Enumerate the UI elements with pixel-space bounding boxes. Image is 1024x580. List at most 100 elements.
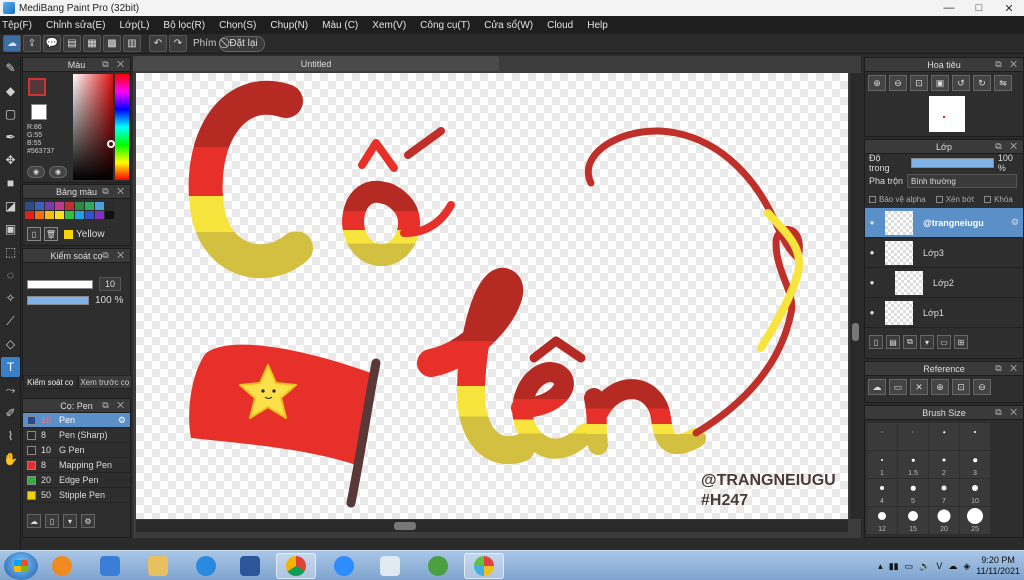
brush-item[interactable]: 10 Pen ⚙	[23, 413, 130, 428]
rotate-left-icon[interactable]: ↺	[952, 75, 970, 91]
foreground-color-swatch[interactable]	[28, 78, 46, 96]
color-mode-button-1[interactable]: ◉	[27, 166, 45, 178]
brush-size-cell[interactable]: 5	[898, 479, 928, 506]
tab-brush-control[interactable]: Kiểm soát cọ	[23, 375, 78, 389]
blend-mode-select[interactable]: Bình thường	[907, 174, 1018, 188]
document-tab[interactable]: Untitled	[133, 56, 499, 71]
menu-capture[interactable]: Chụp(N)	[270, 20, 308, 31]
new-brush-icon[interactable]: ▯	[45, 514, 59, 528]
menu-select[interactable]: Chọn(S)	[219, 20, 256, 31]
navigator-preview[interactable]	[929, 96, 965, 132]
palette-swatch[interactable]	[55, 202, 64, 210]
brush-size-cell[interactable]: 15	[898, 507, 928, 534]
operation-tool-icon[interactable]: ⤳	[1, 380, 20, 400]
brush-size-cell[interactable]: 20	[929, 507, 959, 534]
merge-icon[interactable]: ⊞	[954, 335, 968, 349]
close-reference-icon[interactable]: ✕	[910, 379, 928, 395]
brush-size-cell[interactable]	[960, 423, 990, 450]
brush-size-cell[interactable]: 2	[929, 451, 959, 478]
visibility-icon[interactable]: ●	[865, 278, 879, 287]
zoom-in-icon[interactable]: ⊕	[868, 75, 886, 91]
new-layer-type-icon[interactable]: ▤	[886, 335, 900, 349]
taskbar-chrome[interactable]	[276, 553, 316, 579]
brush-item[interactable]: 8 Pen (Sharp)	[23, 428, 130, 443]
layer-row[interactable]: ● @trangneiugu ⚙	[865, 208, 1023, 238]
maximize-button[interactable]: □	[964, 0, 994, 16]
undo-icon[interactable]: ↶	[149, 35, 167, 52]
actual-size-icon[interactable]: ▣	[931, 75, 949, 91]
add-brush-icon[interactable]: ☁	[27, 514, 41, 528]
close-button[interactable]: ✕	[994, 0, 1024, 16]
menu-cloud[interactable]: Cloud	[547, 20, 573, 31]
taskbar-zoom[interactable]	[324, 553, 364, 579]
tab-brush-preview[interactable]: Xem trước cọ	[77, 375, 132, 389]
rectangle-tool-icon[interactable]: ▢	[1, 104, 20, 124]
brush-size-value[interactable]: 10	[99, 277, 121, 291]
brush-size-cell[interactable]: 4	[867, 479, 897, 506]
menu-help[interactable]: Help	[587, 20, 608, 31]
brush-size-cell[interactable]: 7	[929, 479, 959, 506]
brush-size-cell[interactable]: 10	[960, 479, 990, 506]
hand-icon[interactable]: ✋	[1, 449, 20, 469]
folder-icon[interactable]: ▭	[937, 335, 951, 349]
ref-zoom-out-icon[interactable]: ⊖	[973, 379, 991, 395]
visibility-icon[interactable]: ●	[865, 308, 879, 317]
chat-icon[interactable]: ▤	[63, 35, 81, 52]
tile-icon[interactable]: ▥	[123, 35, 141, 52]
opacity-slider[interactable]	[911, 158, 994, 168]
panel-controls[interactable]: ⧉ ✕	[995, 141, 1020, 152]
pen-tool-icon[interactable]: ✒	[1, 127, 20, 147]
brush-size-cell[interactable]: 3	[960, 451, 990, 478]
menu-color[interactable]: Màu (C)	[322, 20, 358, 31]
palette-swatch[interactable]	[95, 202, 104, 210]
gear-icon[interactable]: ⚙	[118, 415, 126, 426]
signal-icon[interactable]: ▮▮	[889, 561, 899, 572]
brush-item[interactable]: 20 Edge Pen	[23, 473, 130, 488]
brush-size-cell[interactable]: 12	[867, 507, 897, 534]
share-icon[interactable]: ⇪	[23, 35, 41, 52]
brush-size-slider[interactable]	[27, 279, 93, 289]
lock-checkbox[interactable]: Khóa	[984, 195, 1013, 204]
panel-controls[interactable]: ⧉ ✕	[995, 59, 1020, 70]
brush-item[interactable]: 50 Stipple Pen	[23, 488, 130, 503]
palette-swatch[interactable]	[105, 202, 114, 210]
background-color-swatch[interactable]	[31, 104, 47, 120]
picker-cursor[interactable]	[107, 140, 115, 148]
minimize-button[interactable]: —	[934, 0, 964, 16]
menu-tools[interactable]: Công cụ(T)	[420, 20, 470, 31]
menu-edit[interactable]: Chỉnh sửa(E)	[46, 20, 106, 31]
clipping-checkbox[interactable]: Xén bớt	[935, 195, 974, 204]
open-folder-icon[interactable]: ▭	[889, 379, 907, 395]
visibility-icon[interactable]: ●	[865, 218, 879, 227]
volume-icon[interactable]: 🔊	[919, 561, 930, 572]
menu-file[interactable]: Tệp(F)	[2, 20, 32, 31]
taskbar-app[interactable]	[370, 553, 410, 579]
saturation-value-picker[interactable]	[73, 74, 115, 180]
new-layer-icon[interactable]: ▯	[869, 335, 883, 349]
rotate-right-icon[interactable]: ↻	[973, 75, 991, 91]
cloud-icon[interactable]: ☁	[3, 35, 21, 52]
palette-swatch[interactable]	[105, 211, 114, 219]
taskbar-app-2[interactable]	[418, 553, 458, 579]
brush-size-cell[interactable]: 1	[867, 451, 897, 478]
palette-swatch[interactable]	[95, 211, 104, 219]
taskbar-media-player[interactable]	[42, 553, 82, 579]
eyedropper-icon[interactable]: ⌇	[1, 426, 20, 446]
flip-icon[interactable]: ⇋	[994, 75, 1012, 91]
palette-swatch[interactable]	[35, 202, 44, 210]
start-button[interactable]	[4, 552, 38, 580]
new-page-icon[interactable]: ▯	[27, 227, 41, 241]
palette-swatch[interactable]	[55, 211, 64, 219]
fill-rect-tool-icon[interactable]: ■	[1, 173, 20, 193]
menu-window[interactable]: Cửa sổ(W)	[484, 20, 533, 31]
panel-controls[interactable]: ⧉ ✕	[995, 407, 1020, 418]
palette-swatch[interactable]	[45, 211, 54, 219]
panel-controls[interactable]: ⧉ ✕	[102, 400, 127, 411]
tray-arrow-icon[interactable]: ▴	[878, 561, 883, 572]
palette-swatch[interactable]	[65, 211, 74, 219]
panel-controls[interactable]: ⧉ ✕	[102, 59, 127, 70]
palette-swatch[interactable]	[25, 211, 34, 219]
trash-icon[interactable]: 🗑	[44, 227, 58, 241]
taskbar-explorer[interactable]	[138, 553, 178, 579]
drawing-canvas[interactable]: @TRANGNEIUGU #H247	[136, 73, 848, 519]
